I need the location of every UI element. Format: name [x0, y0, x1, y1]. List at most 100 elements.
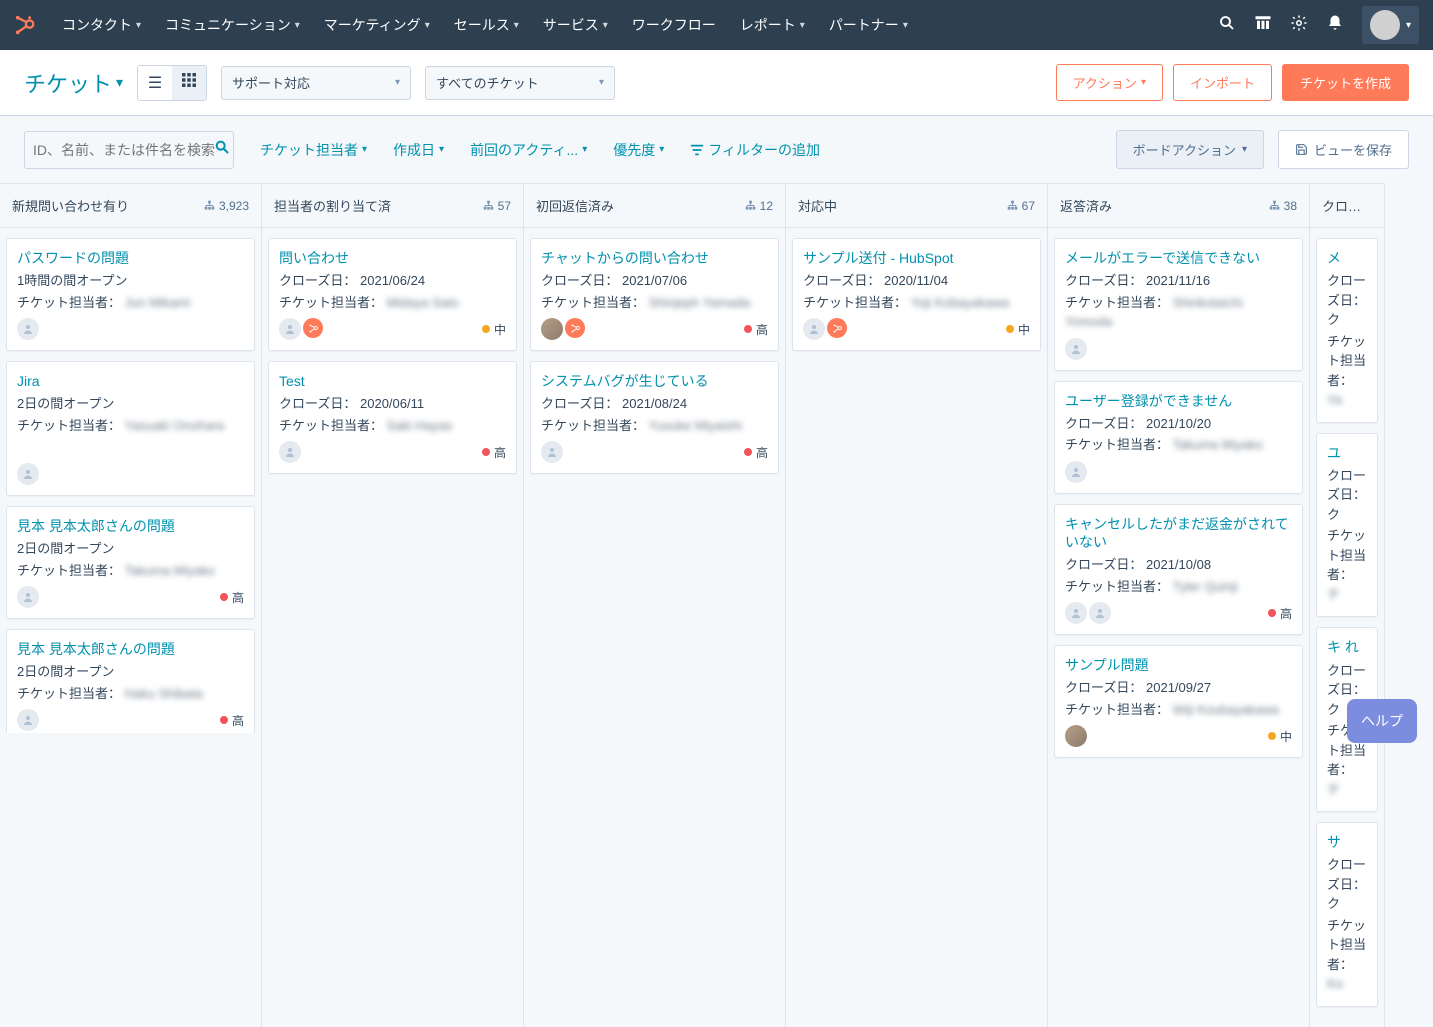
avatar-icon [541, 318, 563, 340]
column-header[interactable]: 返答済み38 [1048, 183, 1309, 228]
card-owner: チケット担当者 Jun Mikami [17, 293, 244, 313]
filter-bar: チケット担当者▾ 作成日▾ 前回のアクティ...▾ 優先度▾ フィルターの追加 … [0, 116, 1433, 183]
ticket-card[interactable]: システムバグが生じているクローズ日 2021/08/24チケット担当者 Yusu… [530, 361, 779, 474]
search-input[interactable] [33, 142, 214, 158]
column-header[interactable]: クローズ [1310, 183, 1384, 228]
account-menu[interactable]: ▾ [1362, 6, 1419, 44]
save-view-button[interactable]: ビューを保存 [1278, 130, 1409, 169]
column-body[interactable]: チャットからの問い合わせクローズ日 2021/07/06チケット担当者 Shin… [524, 228, 785, 494]
card-close-date: クローズ日 2020/06/11 [279, 394, 506, 414]
avatar-icon [17, 318, 39, 340]
avatar-icon [279, 318, 301, 340]
card-avatars [17, 463, 39, 485]
avatar-icon [803, 318, 825, 340]
ticket-card[interactable]: チャットからの問い合わせクローズ日 2021/07/06チケット担当者 Shin… [530, 238, 779, 351]
card-open-duration: 2日の間オープン [17, 394, 244, 414]
column-header[interactable]: 初回返信済み12 [524, 183, 785, 228]
ticket-card[interactable]: パスワードの問題1時間の間オープンチケット担当者 Jun Mikami [6, 238, 255, 351]
column-body[interactable]: メクローズ日 クチケット担当者 Ya ユクローズ日 クチケット担当者 チキ れクロ… [1310, 228, 1384, 1027]
card-close-date: クローズ日 2021/09/27 [1065, 678, 1292, 698]
ticket-card[interactable]: Testクローズ日 2020/06/11チケット担当者 Saki Hayas高 [268, 361, 517, 474]
filter-create-date[interactable]: 作成日▾ [393, 140, 444, 160]
create-ticket-button[interactable]: チケットを作成 [1282, 64, 1409, 101]
column-header[interactable]: 対応中67 [786, 183, 1047, 228]
column-body[interactable]: メールがエラーで送信できないクローズ日 2021/11/16チケット担当者 Sh… [1048, 228, 1309, 778]
ticket-card[interactable]: サクローズ日 クチケット担当者 Ko [1316, 822, 1378, 1007]
pipeline-select[interactable]: サポート対応▾ [221, 66, 411, 100]
nav-sales[interactable]: セールス▾ [444, 9, 529, 41]
column-body[interactable]: パスワードの問題1時間の間オープンチケット担当者 Jun MikamiJira2… [0, 228, 261, 733]
help-button[interactable]: ヘルプ [1347, 699, 1417, 743]
card-title: サンプル送付 - HubSpot [803, 249, 1030, 267]
board-scroll[interactable]: 新規問い合わせ有り3,923パスワードの問題1時間の間オープンチケット担当者 J… [0, 183, 1433, 1027]
actions-button[interactable]: アクション▾ [1056, 64, 1163, 101]
card-close-date: クローズ日 2021/10/20 [1065, 414, 1292, 434]
marketplace-icon[interactable] [1254, 14, 1272, 37]
nav-contacts[interactable]: コンタクト▾ [52, 9, 151, 41]
nav-automation[interactable]: ワークフロー [622, 9, 726, 41]
column-header[interactable]: 担当者の割り当て済57 [262, 183, 523, 228]
nav-reports[interactable]: レポート▾ [730, 9, 815, 41]
list-view-button[interactable]: ☰ [138, 66, 172, 100]
column-count: 38 [1269, 199, 1297, 213]
card-title: システムバグが生じている [541, 372, 768, 390]
card-avatars [17, 709, 39, 731]
hubspot-logo-icon[interactable] [14, 14, 36, 36]
board-column: 初回返信済み12 チャットからの問い合わせクローズ日 2021/07/06チケット… [524, 183, 786, 1027]
ticket-card[interactable]: ユーザー登録ができませんクローズ日 2021/10/20チケット担当者 Taku… [1054, 381, 1303, 494]
notifications-bell-icon[interactable] [1326, 14, 1344, 37]
hubspot-badge-icon [565, 318, 585, 338]
search-icon[interactable] [214, 139, 230, 160]
ticket-card[interactable]: 見本 見本太郎さんの問題2日の間オープンチケット担当者 Haku Shibata… [6, 629, 255, 733]
card-avatars [279, 318, 323, 340]
card-avatars [1065, 461, 1087, 483]
page-toolbar: チケット▾ ☰ サポート対応▾ すべてのチケット▾ アクション▾ インポート チ… [0, 50, 1433, 116]
priority-badge: 高 [220, 712, 244, 729]
add-filter-link[interactable]: フィルターの追加 [690, 140, 820, 160]
view-select[interactable]: すべてのチケット▾ [425, 66, 615, 100]
ticket-card[interactable]: 問い合わせクローズ日 2021/06/24チケット担当者 Midaya Sato… [268, 238, 517, 351]
avatar-icon [1065, 602, 1087, 624]
card-title: キ れ [1327, 638, 1367, 656]
priority-badge: 中 [1006, 321, 1030, 338]
ticket-card[interactable]: 見本 見本太郎さんの問題2日の間オープンチケット担当者 Takuma Miyak… [6, 506, 255, 619]
ticket-card[interactable]: サンプル問題クローズ日 2021/09/27チケット担当者 Wiji Kouba… [1054, 645, 1303, 758]
card-close-date: クローズ日 2020/11/04 [803, 271, 1030, 291]
import-button[interactable]: インポート [1173, 64, 1272, 101]
card-owner: チケット担当者 Saki Hayas [279, 416, 506, 436]
settings-gear-icon[interactable] [1290, 14, 1308, 37]
card-title: 問い合わせ [279, 249, 506, 267]
search-icon[interactable] [1218, 14, 1236, 37]
page-title-dropdown[interactable]: チケット▾ [24, 67, 123, 99]
column-count: 3,923 [204, 199, 249, 213]
ticket-card[interactable]: サンプル送付 - HubSpotクローズ日 2020/11/04チケット担当者 … [792, 238, 1041, 351]
nav-marketing[interactable]: マーケティング▾ [314, 9, 440, 41]
nav-conversations[interactable]: コミュニケーション▾ [155, 9, 310, 41]
ticket-card[interactable]: メールがエラーで送信できないクローズ日 2021/11/16チケット担当者 Sh… [1054, 238, 1303, 371]
board-actions-button[interactable]: ボードアクション▾ [1116, 130, 1264, 169]
card-close-date: クローズ日 2021/10/08 [1065, 555, 1292, 575]
filter-owner[interactable]: チケット担当者▾ [260, 140, 367, 160]
board-view-button[interactable] [172, 66, 206, 100]
card-close-date: クローズ日 ク [1327, 855, 1367, 914]
card-owner: チケット担当者 Shinkotaichi Yomoda [1065, 293, 1292, 332]
nav-service[interactable]: サービス▾ [533, 9, 618, 41]
card-owner: チケット担当者 Shinjeph Yamada [541, 293, 768, 313]
ticket-card[interactable]: キャンセルしたがまだ返金がされていないクローズ日 2021/10/08チケット担… [1054, 504, 1303, 635]
card-owner: チケット担当者 Ko [1327, 916, 1367, 994]
ticket-card[interactable]: ユクローズ日 クチケット担当者 チ [1316, 433, 1378, 618]
filter-priority[interactable]: 優先度▾ [613, 140, 664, 160]
column-header[interactable]: 新規問い合わせ有り3,923 [0, 183, 261, 228]
column-body[interactable]: サンプル送付 - HubSpotクローズ日 2020/11/04チケット担当者 … [786, 228, 1047, 371]
card-title: 見本 見本太郎さんの問題 [17, 517, 244, 535]
column-title: 初回返信済み [536, 196, 614, 215]
nav-partner[interactable]: パートナー▾ [819, 9, 918, 41]
filter-last-activity[interactable]: 前回のアクティ...▾ [470, 140, 587, 160]
top-nav: コンタクト▾ コミュニケーション▾ マーケティング▾ セールス▾ サービス▾ ワ… [0, 0, 1433, 50]
ticket-card[interactable]: Jira2日の間オープンチケット担当者 Yasuaki Onohara [6, 361, 255, 496]
column-body[interactable]: 問い合わせクローズ日 2021/06/24チケット担当者 Midaya Sato… [262, 228, 523, 494]
ticket-card[interactable]: メクローズ日 クチケット担当者 Ya [1316, 238, 1378, 423]
priority-badge: 高 [744, 321, 768, 338]
card-avatars [1065, 338, 1087, 360]
card-close-date: クローズ日 2021/06/24 [279, 271, 506, 291]
